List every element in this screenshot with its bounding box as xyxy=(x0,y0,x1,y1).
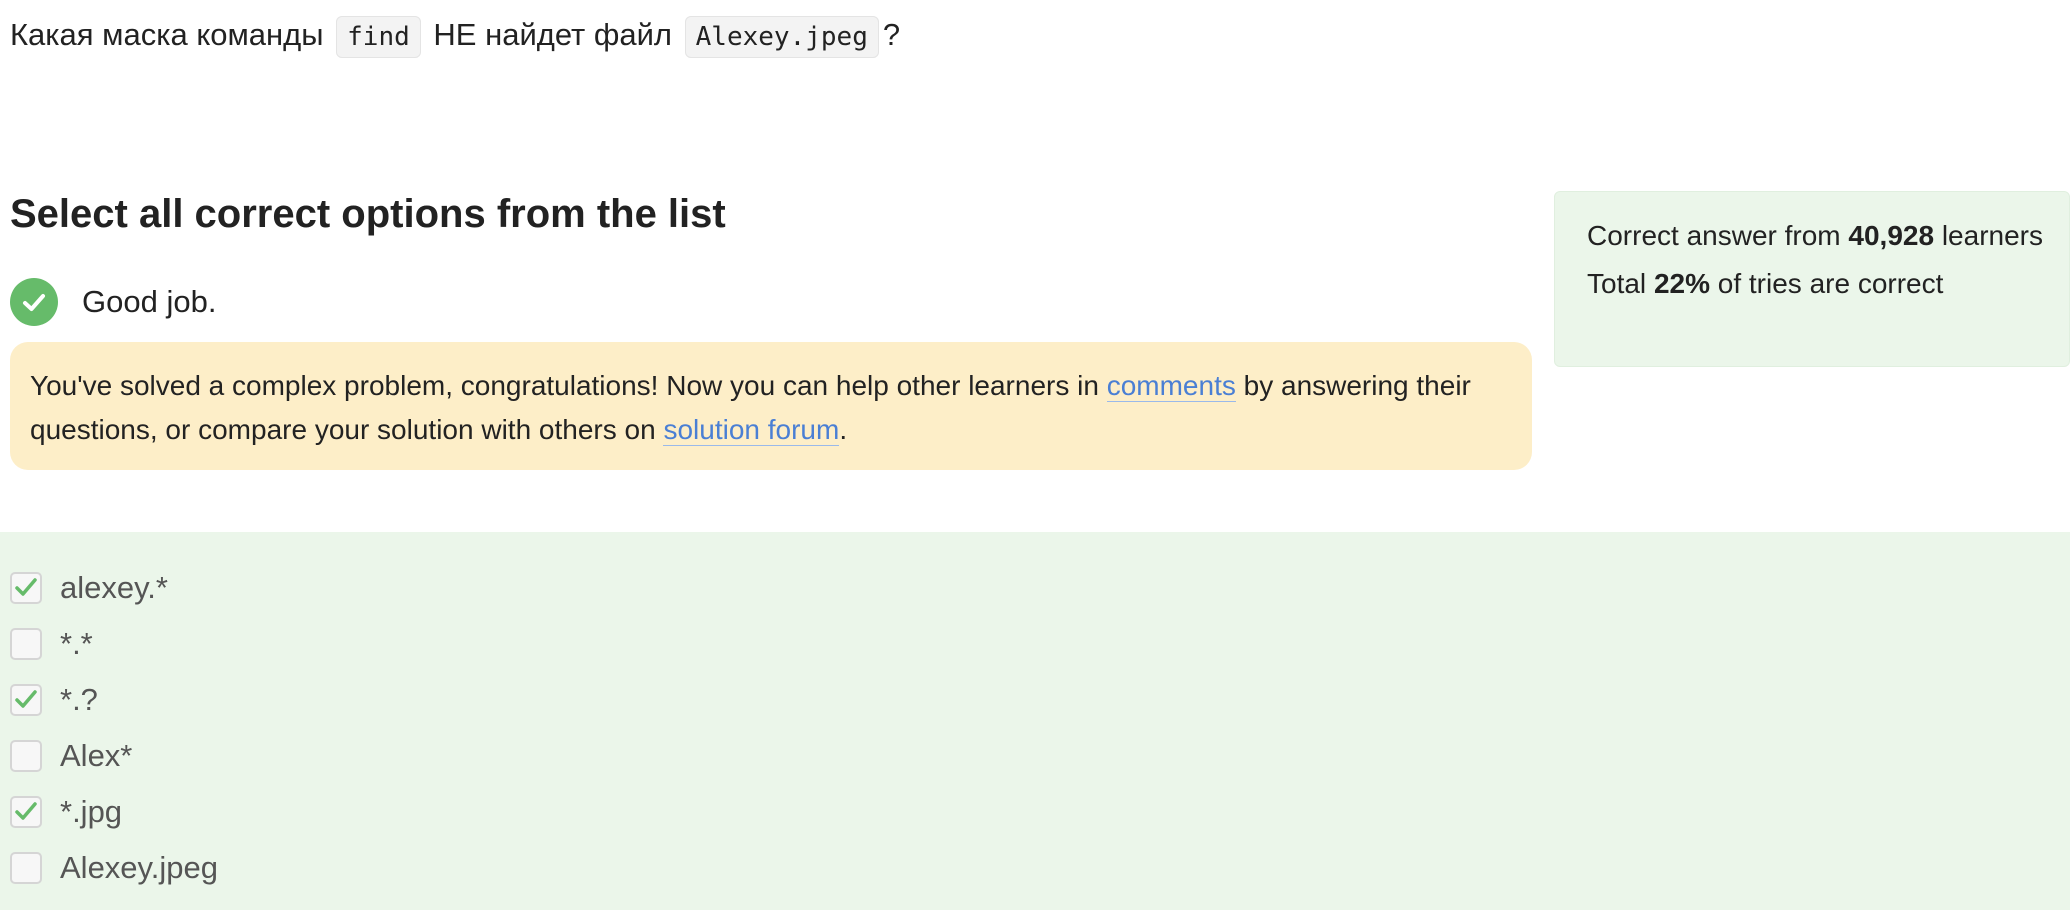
option-label: *.* xyxy=(60,626,93,661)
option-item[interactable]: *.? xyxy=(10,680,98,720)
option-label: Alex* xyxy=(60,738,133,773)
stats-correct-rate: Total 22% of tries are correct xyxy=(1587,264,2053,304)
question-text: Какая маска команды find НЕ найдет файл … xyxy=(10,12,900,60)
option-item[interactable]: Alex* xyxy=(10,736,132,776)
correct-percent: 22% xyxy=(1653,268,1710,299)
solution-forum-link[interactable]: solution forum xyxy=(663,414,840,446)
option-checkbox[interactable] xyxy=(10,796,42,828)
notice-text-1: You've solved a complex problem, congrat… xyxy=(30,370,1107,401)
option-checkbox[interactable] xyxy=(10,852,42,884)
option-label: alexey.* xyxy=(60,570,168,605)
check-circle-icon xyxy=(10,278,58,326)
result-status: Good job. xyxy=(10,278,216,326)
option-item[interactable]: *.* xyxy=(10,624,93,664)
learners-count: 40,928 xyxy=(1848,220,1935,251)
checkmark-icon xyxy=(15,690,37,708)
code-command: find xyxy=(336,16,421,58)
code-filename: Alexey.jpeg xyxy=(684,16,879,58)
stats-learners-prefix: Correct answer from xyxy=(1587,220,1849,251)
stats-rate-prefix: Total xyxy=(1587,268,1654,299)
answer-options: alexey.* *.* *.? Alex* *.jpg Alexey.jpeg xyxy=(0,532,2070,910)
instruction-heading: Select all correct options from the list xyxy=(10,192,726,236)
option-checkbox[interactable] xyxy=(10,684,42,716)
question-text-before: Какая маска команды xyxy=(10,17,324,52)
question-text-middle: НЕ найдет файл xyxy=(433,17,673,52)
option-label: *.? xyxy=(60,682,98,717)
checkmark-icon xyxy=(15,802,37,820)
option-item[interactable]: Alexey.jpeg xyxy=(10,848,218,888)
stats-panel: Correct answer from 40,928 learners Tota… xyxy=(1554,191,2070,367)
question-text-after: ? xyxy=(882,17,901,52)
option-checkbox[interactable] xyxy=(10,740,42,772)
congratulations-notice: You've solved a complex problem, congrat… xyxy=(10,342,1532,470)
stats-rate-suffix: of tries are correct xyxy=(1709,268,1944,299)
option-label: *.jpg xyxy=(60,794,123,829)
option-label: Alexey.jpeg xyxy=(60,850,218,885)
notice-text-3: . xyxy=(839,414,848,445)
comments-link[interactable]: comments xyxy=(1106,370,1236,402)
option-checkbox[interactable] xyxy=(10,628,42,660)
stats-learners-suffix: learners xyxy=(1934,220,2043,251)
result-text: Good job. xyxy=(82,284,217,319)
option-checkbox[interactable] xyxy=(10,572,42,604)
stats-learners: Correct answer from 40,928 learners xyxy=(1587,216,2053,256)
option-item[interactable]: alexey.* xyxy=(10,568,168,608)
checkmark-icon xyxy=(15,578,37,596)
option-item[interactable]: *.jpg xyxy=(10,792,122,832)
